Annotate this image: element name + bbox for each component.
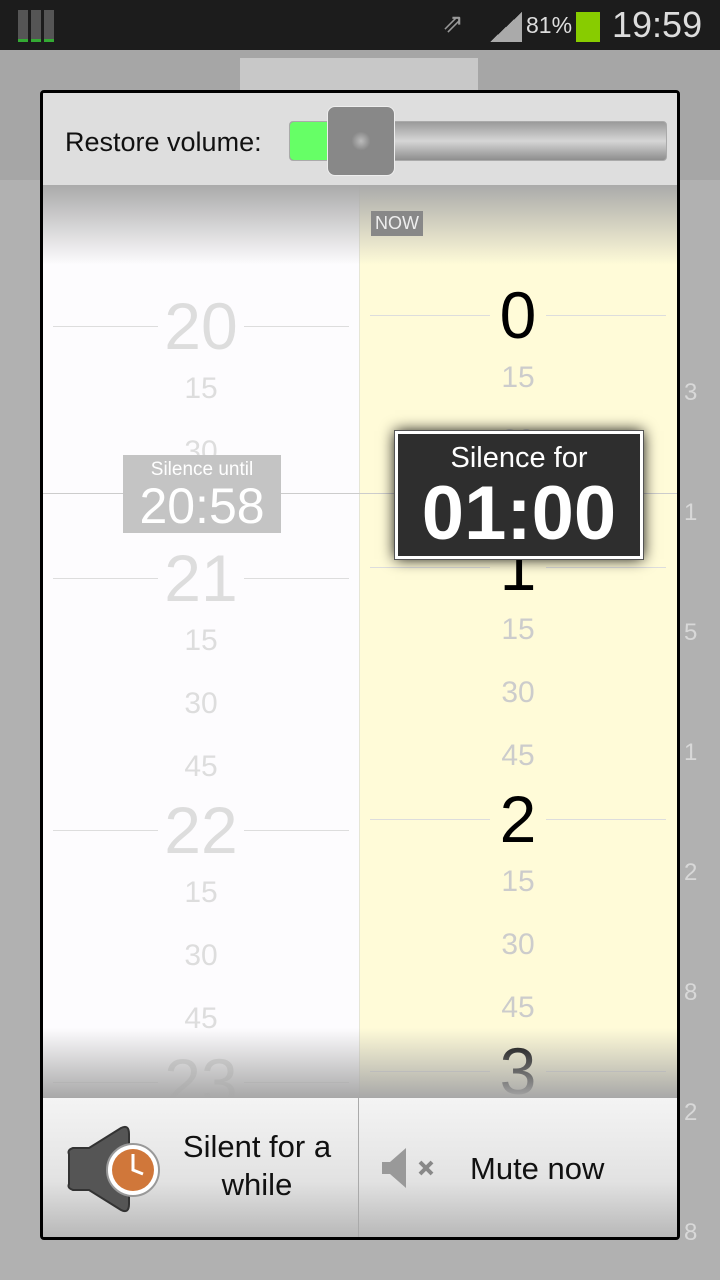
- minute-row[interactable]: 15: [360, 361, 676, 395]
- slider-thumb[interactable]: [327, 106, 396, 176]
- hour-row[interactable]: 0: [360, 277, 676, 353]
- row-value: 15: [501, 361, 535, 394]
- hour-row[interactable]: 22: [43, 792, 359, 868]
- row-value: 15: [184, 624, 218, 657]
- tick-line: [229, 326, 349, 327]
- row-value: 30: [184, 687, 218, 720]
- silence-for-value: 01:00: [421, 471, 617, 556]
- hour-row[interactable]: 2: [360, 781, 676, 857]
- silent-for-a-while-label: Silent for a while: [182, 1129, 332, 1202]
- minute-row[interactable]: 45: [43, 750, 359, 784]
- now-badge: NOW: [371, 211, 423, 236]
- silence-until-display: Silence until 20:58: [123, 455, 281, 533]
- silence-dialog: Restore volume: 201530452115304522153045…: [40, 90, 680, 1240]
- top-fade: [43, 185, 677, 265]
- row-value: 0: [493, 278, 543, 352]
- silent-for-a-while-button[interactable]: Silent for a while: [43, 1098, 359, 1237]
- mute-now-button[interactable]: Mute now: [360, 1098, 677, 1237]
- dialog-header: Restore volume:: [43, 93, 677, 185]
- background-number: 5: [684, 619, 698, 646]
- row-value: 30: [501, 928, 535, 961]
- action-buttons: Silent for a while Mute now: [43, 1098, 677, 1237]
- background-number: 8: [684, 1219, 698, 1246]
- row-value: 45: [501, 991, 535, 1024]
- background-number: 1: [684, 499, 698, 526]
- app-notification-icon: [18, 10, 54, 42]
- silence-for-display: Silence for 01:00: [394, 430, 644, 560]
- tick-line: [546, 819, 666, 820]
- status-clock: 19:59: [612, 4, 703, 45]
- background-number: 2: [684, 859, 698, 886]
- hour-row[interactable]: 20: [43, 288, 359, 364]
- row-value: 45: [184, 750, 218, 783]
- tick-line: [370, 315, 490, 316]
- row-value: 15: [501, 865, 535, 898]
- row-value: 2: [493, 782, 543, 856]
- mute-now-label: Mute now: [470, 1151, 605, 1186]
- minute-row[interactable]: 30: [43, 939, 359, 973]
- tick-line: [546, 315, 666, 316]
- battery-icon: [576, 8, 600, 42]
- minute-row[interactable]: 15: [360, 865, 676, 899]
- minute-row[interactable]: 15: [43, 876, 359, 910]
- row-value: 45: [501, 739, 535, 772]
- background-number: 8: [684, 979, 698, 1006]
- row-value: 22: [158, 793, 244, 867]
- battery-percent: 81%: [526, 12, 573, 38]
- duration-column[interactable]: 015304511530452153045315: [360, 185, 677, 1150]
- minute-row[interactable]: 45: [360, 739, 676, 773]
- row-value: 30: [184, 939, 218, 972]
- tick-line: [53, 578, 173, 579]
- silence-until-value: 20:58: [139, 478, 265, 534]
- wifi-icon: ⇗: [442, 8, 464, 38]
- bottom-fade: [43, 1028, 677, 1098]
- row-value: 20: [158, 289, 244, 363]
- tick-line: [546, 567, 666, 568]
- tick-line: [53, 830, 173, 831]
- mute-speaker-icon: [382, 1148, 434, 1188]
- row-value: 15: [501, 613, 535, 646]
- tick-line: [53, 326, 173, 327]
- minute-row[interactable]: 30: [360, 676, 676, 710]
- signal-icon: [490, 12, 522, 42]
- minute-row[interactable]: 15: [43, 372, 359, 406]
- time-picker[interactable]: 2015304521153045221530452315 01530451153…: [43, 185, 677, 1161]
- row-value: 21: [158, 541, 244, 615]
- minute-row[interactable]: 15: [360, 613, 676, 647]
- tick-line: [370, 819, 490, 820]
- restore-volume-slider[interactable]: [289, 106, 667, 176]
- hour-row[interactable]: 21: [43, 540, 359, 616]
- minute-row[interactable]: 15: [43, 624, 359, 658]
- minute-row[interactable]: 30: [360, 928, 676, 962]
- until-column[interactable]: 2015304521153045221530452315: [43, 185, 359, 1161]
- background-number: 2: [684, 1099, 698, 1126]
- row-value: 15: [184, 372, 218, 405]
- column-divider: [359, 185, 360, 1098]
- minute-row[interactable]: 45: [360, 991, 676, 1025]
- speaker-clock-icon: [67, 1125, 160, 1213]
- status-bar: ⇗ 81% 19:59: [0, 0, 720, 50]
- minute-row[interactable]: 30: [43, 687, 359, 721]
- restore-volume-label: Restore volume:: [65, 127, 262, 157]
- tick-line: [229, 830, 349, 831]
- row-value: 15: [184, 876, 218, 909]
- tick-line: [370, 567, 490, 568]
- tick-line: [229, 578, 349, 579]
- row-value: 30: [501, 676, 535, 709]
- background-number: 3: [684, 379, 698, 406]
- background-number: 1: [684, 739, 698, 766]
